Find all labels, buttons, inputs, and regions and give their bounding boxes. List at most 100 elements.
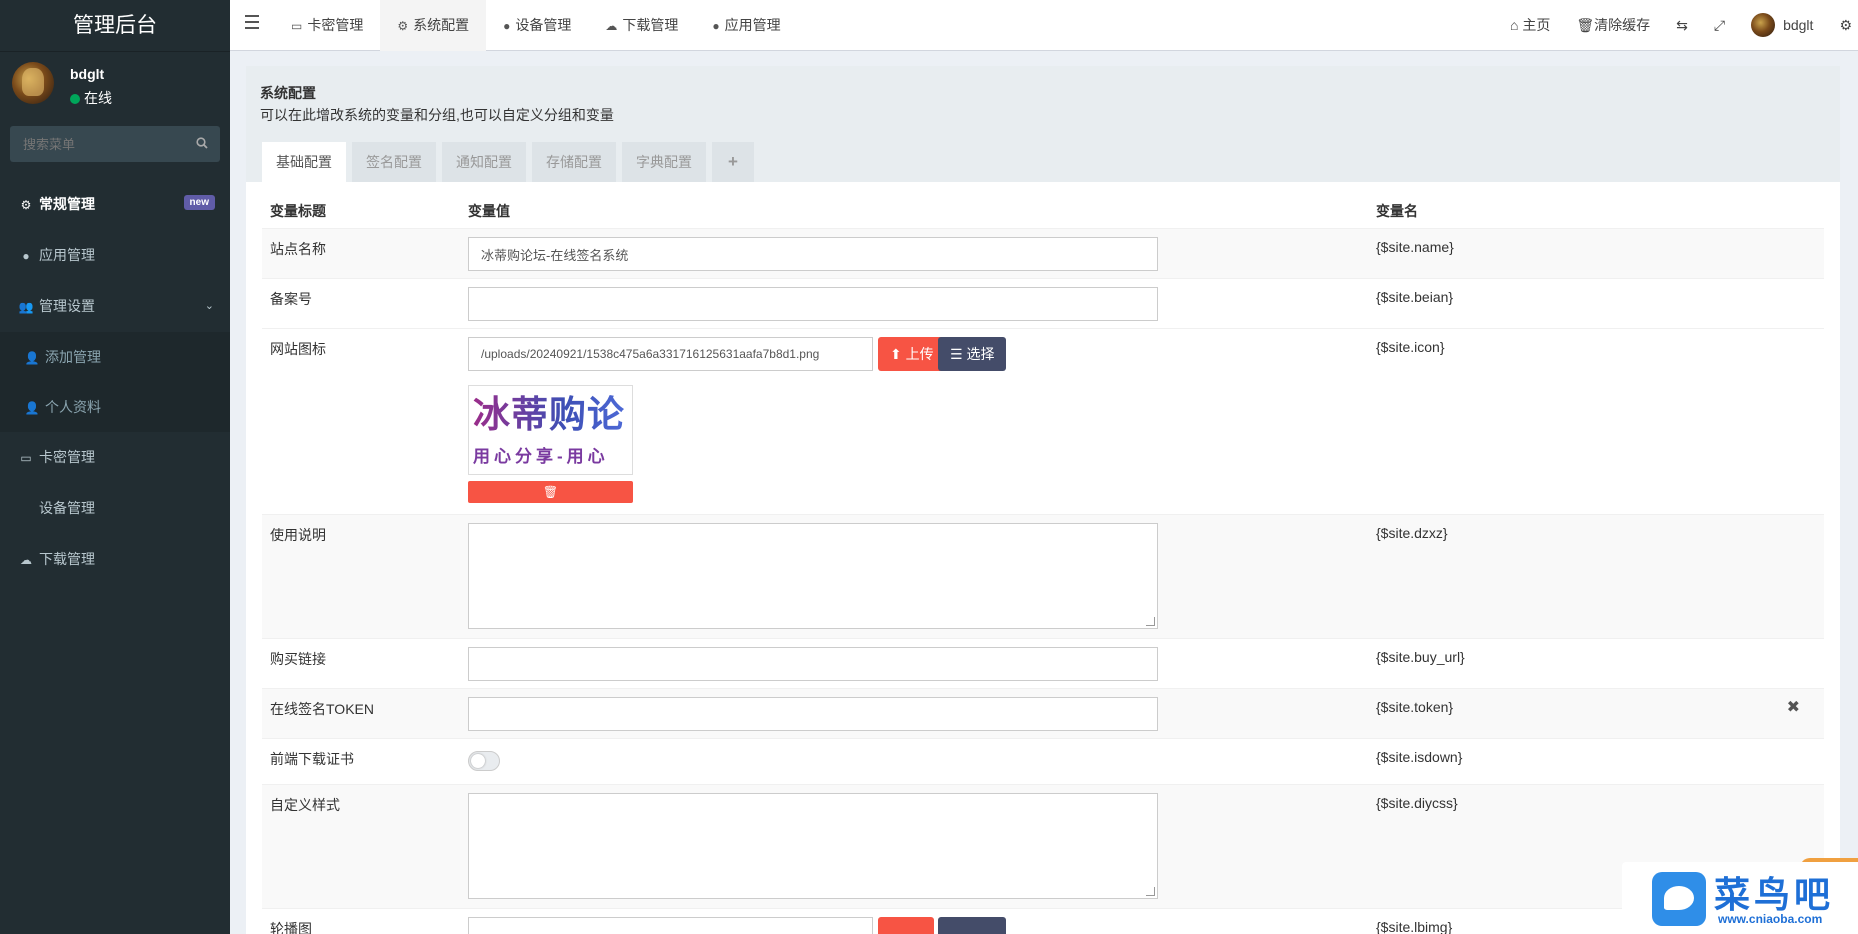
- tab-apps[interactable]: ● 应用管理: [695, 0, 797, 51]
- config-panel: 系统配置 可以在此增改系统的变量和分组,也可以自定义分组和变量 基础配置 签名配…: [246, 66, 1840, 934]
- tab-label: 设备管理: [515, 17, 572, 33]
- cloud-download-icon: ☁: [20, 553, 32, 567]
- table-header: 变量标题 变量值 变量名: [262, 194, 1824, 228]
- user-panel: bdglt 在线: [0, 52, 230, 116]
- row-varname: {$site.buy_url}: [1376, 649, 1465, 665]
- clear-cache-button[interactable]: 🗑清除缓存: [1563, 0, 1663, 51]
- menu-toggle-icon[interactable]: [245, 15, 259, 33]
- row-varname: {$site.diycss}: [1376, 795, 1458, 811]
- header-title: 变量标题: [270, 203, 326, 219]
- row-title: 购买链接: [270, 651, 326, 667]
- tab-dict-config[interactable]: 字典配置: [622, 142, 706, 182]
- preview-logo-text: 冰蒂购论: [473, 392, 625, 438]
- remove-icon[interactable]: ✖: [1787, 697, 1800, 717]
- table-row: 网站图标 ⬆ 上传 ☰ 选择 冰蒂购论 用心分享-用心 🗑 {$site.ico…: [262, 328, 1824, 514]
- beian-input[interactable]: [468, 287, 1158, 321]
- download-cert-toggle[interactable]: [468, 751, 500, 771]
- tab-cards[interactable]: ▭ 卡密管理: [274, 0, 380, 51]
- row-title: 自定义样式: [270, 797, 340, 813]
- translate-icon[interactable]: ⇆: [1663, 0, 1701, 51]
- config-table: 变量标题 变量值 变量名 站点名称 {$site.name} 备案号 {$sit…: [262, 194, 1824, 934]
- sidebar-item-admin-settings[interactable]: 👥 管理设置 ⌄: [0, 281, 230, 332]
- row-title: 备案号: [270, 291, 312, 307]
- table-row: 自定义样式 {$site.diycss}: [262, 784, 1824, 908]
- tab-downloads[interactable]: ☁ 下载管理: [588, 0, 695, 51]
- gear-icon: ⚙: [397, 19, 409, 33]
- table-row: 使用说明 {$site.dzxz}: [262, 514, 1824, 638]
- add-group-button[interactable]: +: [712, 142, 754, 182]
- new-badge: new: [183, 195, 215, 210]
- online-dot-icon: [70, 94, 80, 104]
- row-title: 轮播图: [270, 921, 312, 934]
- nav-tabs: ▭ 卡密管理 ⚙ 系统配置 ● 设备管理 ☁ 下载管理 ● 应用管理: [274, 0, 798, 51]
- sidebar-item-general[interactable]: ⚙ 常规管理 new: [0, 179, 230, 230]
- trash-icon: 🗑: [1576, 17, 1595, 33]
- watermark-url: www.cniaoba.com: [1718, 912, 1823, 926]
- banner-input[interactable]: [468, 917, 873, 934]
- home-link[interactable]: ⌂ 主页: [1497, 0, 1563, 51]
- token-input[interactable]: [468, 697, 1158, 731]
- upload-button[interactable]: ⬆ 上传: [878, 337, 946, 371]
- buy-url-input[interactable]: [468, 647, 1158, 681]
- table-row: 轮播图 {$site.lbimg}: [262, 908, 1824, 934]
- instructions-textarea[interactable]: [468, 523, 1158, 629]
- app-icon: ●: [712, 19, 720, 33]
- app-icon: ●: [22, 249, 30, 263]
- sidebar-item-add-admin[interactable]: 👤 添加管理: [0, 332, 230, 382]
- user-icon: 👤: [24, 401, 40, 415]
- submenu-admin: 👤 添加管理 👤 个人资料: [0, 332, 230, 432]
- settings-icon[interactable]: ⚙: [1826, 0, 1858, 51]
- sidebar: 管理后台 bdglt 在线 ⚙ 常规管理 new ● 应用管理 👥 管理设置 ⌄ 👤 添…: [0, 0, 230, 934]
- sidebar-item-label: 个人资料: [45, 399, 101, 415]
- table-row: 备案号 {$site.beian}: [262, 278, 1824, 328]
- trash-icon: 🗑: [542, 485, 559, 499]
- tab-devices[interactable]: ● 设备管理: [486, 0, 588, 51]
- list-icon: ☰: [950, 346, 967, 362]
- choose-button[interactable]: [938, 917, 1006, 934]
- tab-system-config[interactable]: ⚙ 系统配置: [380, 0, 487, 51]
- bird-icon: [1652, 872, 1706, 926]
- upload-button[interactable]: [878, 917, 934, 934]
- app-logo[interactable]: 管理后台: [0, 0, 230, 52]
- custom-css-textarea[interactable]: [468, 793, 1158, 899]
- sidebar-item-label: 管理设置: [39, 298, 95, 314]
- row-title: 站点名称: [270, 241, 326, 257]
- page-title: 系统配置: [260, 85, 316, 101]
- sidebar-item-label: 常规管理: [39, 196, 95, 212]
- apple-icon: ●: [503, 19, 511, 33]
- choose-button[interactable]: ☰ 选择: [938, 337, 1007, 371]
- site-icon-input[interactable]: [468, 337, 873, 371]
- sidebar-item-devices[interactable]: 设备管理: [0, 483, 230, 534]
- home-label: 主页: [1522, 17, 1551, 33]
- menu-search-input[interactable]: [10, 126, 190, 162]
- row-varname: {$site.beian}: [1376, 289, 1454, 305]
- sidebar-item-label: 下载管理: [39, 551, 95, 567]
- watermark-logo: 菜鸟吧 www.cniaoba.com: [1622, 862, 1858, 934]
- status-text: 在线: [84, 90, 112, 106]
- tab-basic-config[interactable]: 基础配置: [262, 142, 346, 182]
- row-title: 网站图标: [270, 341, 326, 357]
- tab-sign-config[interactable]: 签名配置: [352, 142, 436, 182]
- sidebar-item-apps[interactable]: ● 应用管理: [0, 230, 230, 281]
- user-menu[interactable]: bdglt: [1738, 0, 1826, 51]
- sidebar-item-downloads[interactable]: ☁ 下载管理: [0, 534, 230, 585]
- row-varname: {$site.dzxz}: [1376, 525, 1448, 541]
- user-icon: 👤: [24, 351, 40, 365]
- table-row: 购买链接 {$site.buy_url}: [262, 638, 1824, 688]
- fullscreen-icon[interactable]: ⤢: [1701, 0, 1738, 51]
- config-tabs: 基础配置 签名配置 通知配置 存储配置 字典配置 +: [262, 142, 760, 182]
- delete-image-button[interactable]: 🗑: [468, 481, 633, 503]
- table-row: 前端下载证书 {$site.isdown}: [262, 738, 1824, 784]
- sidebar-item-label: 应用管理: [39, 247, 95, 263]
- site-name-input[interactable]: [468, 237, 1158, 271]
- sidebar-item-cards[interactable]: ▭ 卡密管理: [0, 432, 230, 483]
- search-icon[interactable]: [196, 136, 208, 152]
- row-varname: {$site.name}: [1376, 239, 1454, 255]
- avatar: [1751, 13, 1776, 37]
- row-title: 使用说明: [270, 527, 326, 543]
- top-navbar: ▭ 卡密管理 ⚙ 系统配置 ● 设备管理 ☁ 下载管理 ● 应用管理 ⌂ 主页 🗑清除缓存…: [230, 0, 1858, 51]
- chevron-down-icon: ⌄: [204, 300, 214, 312]
- tab-storage-config[interactable]: 存储配置: [532, 142, 616, 182]
- tab-notify-config[interactable]: 通知配置: [442, 142, 526, 182]
- sidebar-item-profile[interactable]: 👤 个人资料: [0, 382, 230, 432]
